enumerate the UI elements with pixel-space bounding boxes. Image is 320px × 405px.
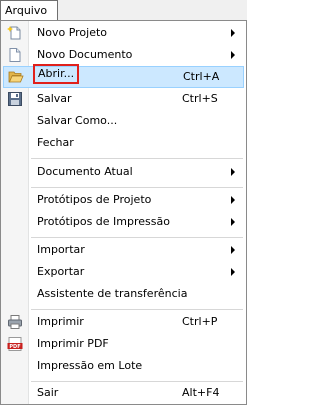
menu-item-salvar[interactable]: Salvar Ctrl+S (3, 88, 244, 110)
menu-separator (31, 309, 243, 310)
printer-icon (7, 314, 23, 330)
submenu-arrow-icon (231, 29, 235, 37)
menu-item-documento-atual[interactable]: Documento Atual (3, 161, 244, 183)
menu-item-fechar[interactable]: Fechar (3, 132, 244, 154)
menu-arquivo-label: Arquivo (5, 4, 48, 17)
menu-item-importar[interactable]: Importar (3, 239, 244, 261)
shortcut-label: Ctrl+P (182, 315, 218, 328)
menu-item-label: Impressão em Lote (37, 359, 143, 372)
menu-item-imprimir-pdf[interactable]: PDF Imprimir PDF (3, 333, 244, 355)
menu-item-label: Assistente de transferência (37, 287, 188, 300)
svg-text:PDF: PDF (9, 344, 20, 350)
menu-item-label: Protótipos de Impressão (37, 215, 170, 228)
shortcut-label: Alt+F4 (182, 386, 220, 399)
pdf-icon: PDF (7, 336, 23, 352)
submenu-arrow-icon (231, 196, 235, 204)
menu-item-novo-projeto[interactable]: Novo Projeto (3, 22, 244, 44)
menu-item-exportar[interactable]: Exportar (3, 261, 244, 283)
menu-item-label: Novo Projeto (37, 26, 108, 39)
menu-item-label: Imprimir (37, 315, 84, 328)
menu-item-label: Fechar (37, 136, 74, 149)
menu-item-label: Exportar (37, 265, 85, 278)
menu-item-assistente-de-transferencia[interactable]: Assistente de transferência (3, 283, 244, 305)
menu-item-novo-documento[interactable]: Novo Documento (3, 44, 244, 66)
menu-separator (31, 237, 243, 238)
shortcut-label: Ctrl+A (183, 70, 220, 83)
arquivo-dropdown-menu: Novo Projeto Novo Documento Abrir... Ctr… (0, 20, 247, 405)
menu-item-label: Salvar Como... (37, 114, 118, 127)
menu-item-label: Salvar (37, 92, 72, 105)
menu-item-abrir[interactable]: Abrir... Ctrl+A (3, 64, 244, 88)
save-icon (7, 91, 23, 107)
submenu-arrow-icon (231, 268, 235, 276)
menu-item-imprimir[interactable]: Imprimir Ctrl+P (3, 311, 244, 333)
menu-separator (31, 158, 243, 159)
menu-item-prototipos-de-impressao[interactable]: Protótipos de Impressão (3, 211, 244, 233)
menu-item-label: Documento Atual (37, 165, 133, 178)
menu-item-label: Protótipos de Projeto (37, 193, 152, 206)
menu-item-label: Novo Documento (37, 48, 133, 61)
menu-separator (31, 187, 243, 188)
menu-item-sair[interactable]: Sair Alt+F4 (3, 382, 244, 404)
shortcut-label: Ctrl+S (182, 92, 218, 105)
menu-item-label: Sair (37, 386, 59, 399)
menu-item-salvar-como[interactable]: Salvar Como... (3, 110, 244, 132)
submenu-arrow-icon (231, 51, 235, 59)
new-document-icon (7, 47, 23, 63)
menu-item-prototipos-de-projeto[interactable]: Protótipos de Projeto (3, 189, 244, 211)
submenu-arrow-icon (231, 246, 235, 254)
menu-item-label: Importar (37, 243, 85, 256)
menu-item-impressao-em-lote[interactable]: Impressão em Lote (3, 355, 244, 377)
submenu-arrow-icon (231, 168, 235, 176)
new-project-icon (7, 25, 23, 41)
open-folder-icon (8, 69, 24, 85)
menu-item-label: Abrir... (32, 64, 80, 84)
menu-bar: Arquivo (0, 0, 247, 20)
submenu-arrow-icon (231, 218, 235, 226)
menu-arquivo[interactable]: Arquivo (0, 0, 58, 20)
menu-item-label: Imprimir PDF (37, 337, 109, 350)
